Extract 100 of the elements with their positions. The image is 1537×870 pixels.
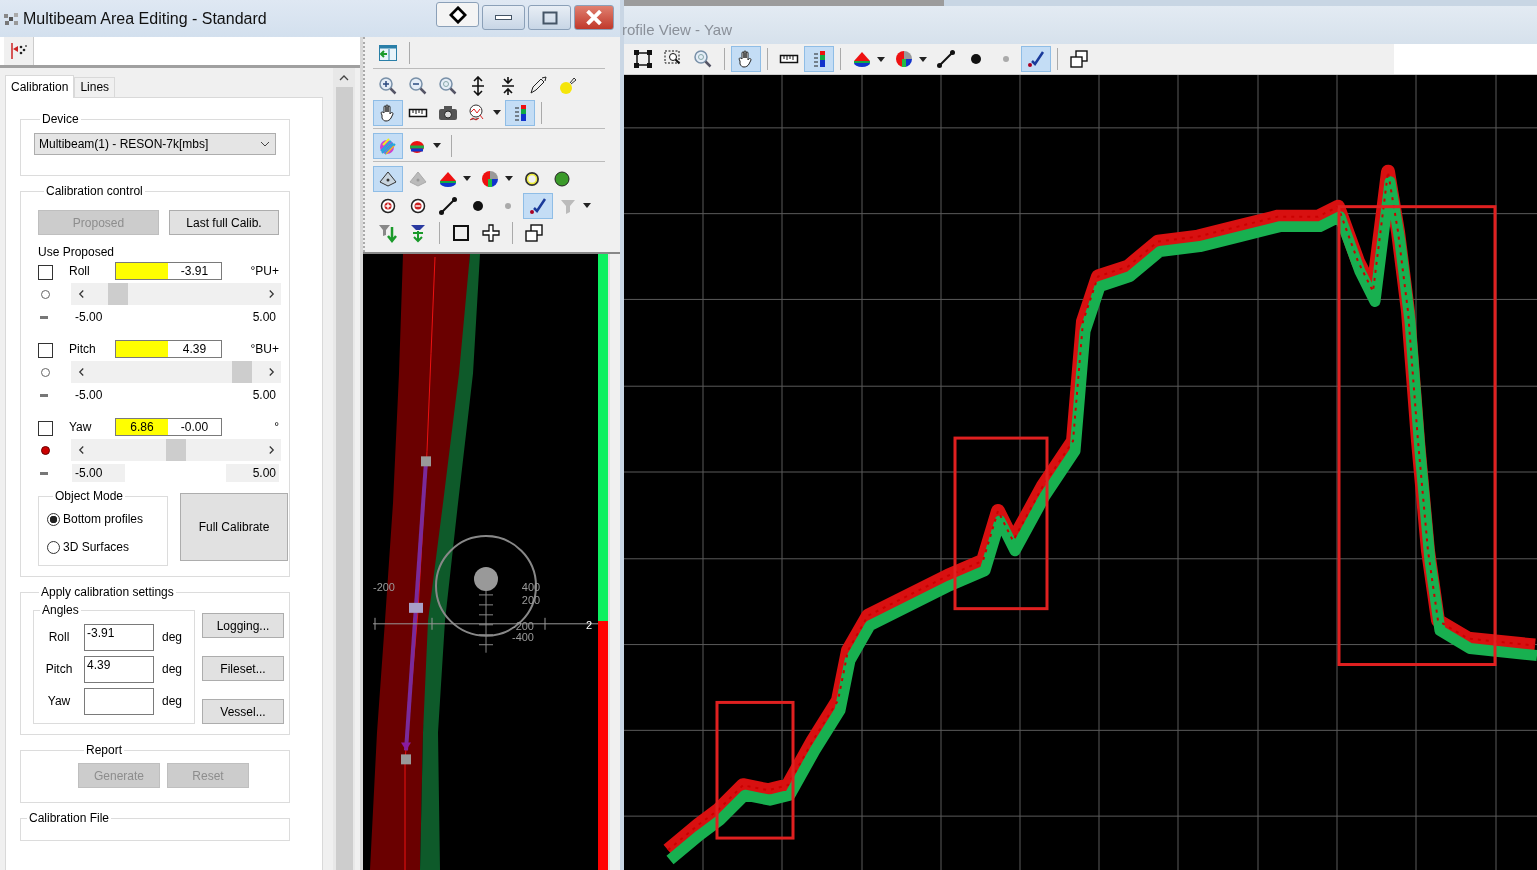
axis-label: Pitch xyxy=(69,342,97,356)
funnel-down-icon xyxy=(378,222,398,243)
minus-icon xyxy=(40,393,48,397)
angle-label: Pitch xyxy=(44,662,74,676)
tab[interactable]: Lines xyxy=(74,77,116,97)
caret-icon xyxy=(919,56,927,62)
scrollbar-thumb[interactable] xyxy=(335,87,353,870)
full-calibrate-button[interactable]: Full Calibrate xyxy=(180,493,288,561)
ball-icon xyxy=(552,168,572,189)
scroll-right-button[interactable] xyxy=(261,283,281,305)
toolbar-button[interactable] xyxy=(1021,46,1051,72)
settings-button[interactable]: Logging... xyxy=(202,613,284,638)
value-field[interactable]: -3.91 xyxy=(115,262,222,280)
settings-button[interactable]: Vessel... xyxy=(202,699,284,724)
calibration-button[interactable]: Last full Calib. xyxy=(169,210,279,235)
quad-sphere-icon xyxy=(894,49,914,69)
maximize-icon xyxy=(541,10,558,25)
app-icon xyxy=(3,10,19,27)
checkbox[interactable] xyxy=(38,343,53,358)
pin-button[interactable] xyxy=(436,2,479,27)
magnifier-plus-icon xyxy=(378,75,398,96)
range-min: -5.00 xyxy=(74,387,104,404)
scroll-right-button[interactable] xyxy=(261,439,281,461)
device-dropdown[interactable]: Multibeam(1) - RESON-7k[mbs] xyxy=(34,133,276,155)
cursor-scatter-icon xyxy=(8,41,29,61)
checkmark-icon xyxy=(1026,49,1046,69)
axis-label: 2 xyxy=(585,618,593,631)
angle-label: Yaw xyxy=(46,694,72,708)
minus-icon xyxy=(40,315,48,319)
line-nodes-icon xyxy=(438,195,458,216)
range-max: 5.00 xyxy=(251,387,277,404)
angle-input[interactable] xyxy=(84,687,154,715)
chevron-left-icon xyxy=(77,289,85,299)
windows-icon xyxy=(1069,49,1089,69)
scroll-left-button[interactable] xyxy=(71,439,91,461)
caret-icon xyxy=(877,56,885,62)
chevron-up-icon xyxy=(339,75,349,81)
range-min: -5.00 xyxy=(72,464,125,482)
toolbar-button[interactable] xyxy=(373,165,403,192)
profile-plot[interactable] xyxy=(624,75,1537,870)
group-label: Object Mode xyxy=(54,489,125,503)
scroll-right-button[interactable] xyxy=(261,361,281,383)
radio-button[interactable] xyxy=(47,540,60,554)
slider-thumb[interactable] xyxy=(232,361,252,383)
window-title: rofile View - Yaw xyxy=(622,21,733,38)
toolbar-button[interactable] xyxy=(373,99,403,126)
tab[interactable]: Calibration xyxy=(5,75,75,98)
unit-label: deg xyxy=(162,694,183,708)
radio-option[interactable]: 3D Surfaces xyxy=(47,533,167,561)
close-button[interactable] xyxy=(574,5,614,30)
proposed-value xyxy=(116,341,168,357)
value-field[interactable]: 6.86 -0.00 xyxy=(115,418,222,436)
magnifier-target-icon xyxy=(693,49,713,69)
frame-corners-icon xyxy=(633,49,653,69)
group-label: Apply calibration settings xyxy=(40,585,175,599)
unit-label: deg xyxy=(162,662,183,676)
maximize-button[interactable] xyxy=(528,5,571,30)
close-icon xyxy=(585,10,603,25)
caret-icon xyxy=(463,176,471,181)
radio-option[interactable]: Bottom profiles xyxy=(47,505,167,533)
value-field[interactable]: 4.39 xyxy=(115,340,222,358)
unit-label: ° xyxy=(273,420,279,434)
slider-thumb[interactable] xyxy=(166,439,186,461)
proposed-value xyxy=(116,263,168,279)
bulb-icon xyxy=(558,75,578,96)
group-label: Calibration control xyxy=(45,184,144,198)
unit-label: deg xyxy=(162,630,183,644)
range-max: 5.00 xyxy=(251,309,277,326)
scrollbar[interactable] xyxy=(333,68,355,870)
diamond-icon xyxy=(448,5,467,24)
chevron-right-icon xyxy=(267,445,275,455)
toolbar-button[interactable] xyxy=(523,192,553,219)
minimize-button[interactable] xyxy=(482,5,525,30)
windows-icon xyxy=(524,222,544,243)
chevron-right-icon xyxy=(267,367,275,377)
caret-icon xyxy=(433,143,441,148)
axis-label: Roll xyxy=(69,264,91,278)
toolbar-button[interactable] xyxy=(731,46,761,72)
checkbox[interactable] xyxy=(38,421,53,436)
window-title: Multibeam Area Editing - Standard xyxy=(23,9,267,28)
settings-button[interactable]: Fileset... xyxy=(202,656,284,681)
caret-icon xyxy=(505,176,513,181)
scroll-left-button[interactable] xyxy=(71,283,91,305)
chevron-down-icon xyxy=(260,141,270,147)
chevron-left-icon xyxy=(77,445,85,455)
radio-button[interactable] xyxy=(47,512,60,526)
angle-input[interactable]: -3.91 xyxy=(84,623,154,651)
unit-label: °PU+ xyxy=(249,264,279,278)
toolbar-button[interactable] xyxy=(804,46,834,72)
slider-thumb[interactable] xyxy=(107,283,128,305)
scroll-left-button[interactable] xyxy=(71,361,91,383)
group-label: Angles xyxy=(41,603,80,617)
range-max: 5.00 xyxy=(226,464,279,482)
checkbox[interactable] xyxy=(38,265,53,280)
group-label: Report xyxy=(85,743,124,757)
angle-input[interactable]: 4.39 xyxy=(84,655,154,683)
magnifier-minus-icon xyxy=(408,75,428,96)
toolbar-button[interactable] xyxy=(505,99,535,126)
chevron-left-icon xyxy=(77,367,85,377)
unit-label: °BU+ xyxy=(249,342,279,356)
